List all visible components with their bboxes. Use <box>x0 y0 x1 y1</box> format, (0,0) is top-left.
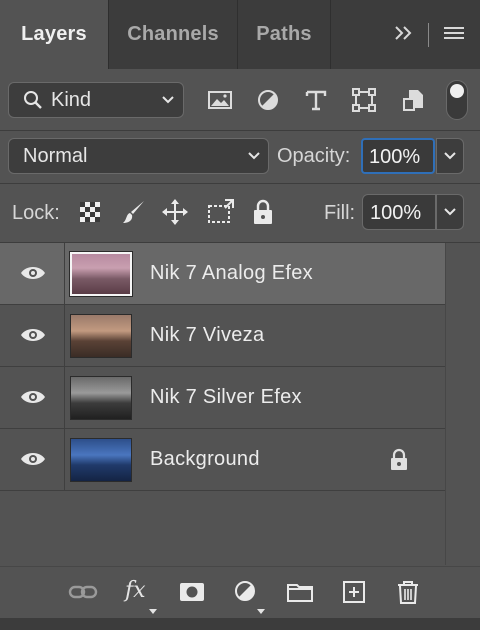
collapse-panels-icon[interactable] <box>392 22 416 50</box>
layer-name: Nik 7 Silver Efex <box>150 386 302 408</box>
visibility-toggle[interactable] <box>0 367 65 428</box>
new-adjustment-layer-icon[interactable] <box>232 578 260 606</box>
new-group-folder-icon[interactable] <box>286 578 314 606</box>
lock-artboard-icon[interactable] <box>205 198 235 231</box>
filter-kind-dropdown[interactable]: Kind <box>8 82 184 118</box>
eye-icon <box>21 391 45 403</box>
type-layer-filter-icon[interactable] <box>302 86 330 114</box>
fx-label: fx <box>125 578 146 603</box>
layer-row[interactable]: Nik 7 Analog Efex <box>0 243 445 305</box>
layer-thumbnail <box>70 314 132 358</box>
layers-scrollbar[interactable] <box>445 243 480 565</box>
layer-thumbnail <box>70 438 132 482</box>
visibility-toggle[interactable] <box>0 305 65 366</box>
delete-layer-icon[interactable] <box>394 578 422 606</box>
chevron-down-icon <box>443 149 457 163</box>
layer-row[interactable]: Nik 7 Silver Efex <box>0 367 445 429</box>
layer-style-fx-button[interactable]: fx <box>125 578 146 606</box>
divider <box>428 23 429 47</box>
shape-layer-filter-icon[interactable] <box>350 86 378 114</box>
add-mask-icon[interactable] <box>178 578 206 606</box>
new-layer-icon[interactable] <box>340 578 368 606</box>
layer-row[interactable]: Background <box>0 429 445 491</box>
lock-transparent-pixels-icon[interactable] <box>78 200 102 229</box>
lock-icon <box>391 448 407 470</box>
filter-toggle-switch[interactable] <box>446 80 468 120</box>
fill-input[interactable]: 100% <box>362 194 436 230</box>
adjustment-layer-filter-icon[interactable] <box>254 86 282 114</box>
visibility-toggle[interactable] <box>0 243 65 304</box>
tab-channels[interactable]: Channels <box>109 0 238 69</box>
layer-name: Nik 7 Analog Efex <box>150 262 313 284</box>
blend-mode-value: Normal <box>23 145 88 167</box>
visibility-toggle[interactable] <box>0 429 65 490</box>
fill-value: 100% <box>370 202 422 224</box>
fill-slider-button[interactable] <box>436 194 464 230</box>
layer-row[interactable]: Nik 7 Viveza <box>0 305 445 367</box>
layer-thumbnail <box>70 376 132 420</box>
tab-paths[interactable]: Paths <box>238 0 331 69</box>
lock-all-icon[interactable] <box>252 198 274 231</box>
opacity-value: 100% <box>369 146 421 168</box>
chevron-down-icon <box>443 205 457 219</box>
fill-label: Fill: <box>324 202 356 224</box>
layer-name: Nik 7 Viveza <box>150 324 265 346</box>
panel-tab-bar: Layers Channels Paths <box>0 0 480 69</box>
lock-label: Lock: <box>12 202 60 224</box>
lock-image-pixels-icon[interactable] <box>120 198 148 231</box>
opacity-input[interactable]: 100% <box>361 138 435 174</box>
panel-menu-icon[interactable] <box>442 22 466 50</box>
eye-icon <box>21 453 45 465</box>
layer-name: Background <box>150 448 260 470</box>
divider <box>0 183 480 184</box>
chevron-down-icon <box>161 93 175 107</box>
pixel-layer-filter-icon[interactable] <box>206 86 234 114</box>
panel-bottom-edge <box>0 618 480 630</box>
opacity-label: Opacity: <box>277 145 351 167</box>
divider <box>0 130 480 131</box>
filter-kind-label: Kind <box>51 89 92 111</box>
tab-layers[interactable]: Layers <box>0 0 108 69</box>
smart-object-filter-icon[interactable] <box>400 86 428 114</box>
chevron-down-icon <box>247 149 261 163</box>
eye-icon <box>21 267 45 279</box>
link-layers-icon[interactable] <box>68 578 98 606</box>
toggle-knob <box>450 84 464 98</box>
lock-position-icon[interactable] <box>161 198 189 231</box>
blend-mode-dropdown[interactable]: Normal <box>8 138 269 174</box>
layer-thumbnail <box>70 252 132 296</box>
layers-list: Nik 7 Analog Efex Nik 7 Viveza Nik 7 Sil… <box>0 243 445 491</box>
eye-icon <box>21 329 45 341</box>
search-icon <box>23 90 43 115</box>
opacity-slider-button[interactable] <box>436 138 464 174</box>
